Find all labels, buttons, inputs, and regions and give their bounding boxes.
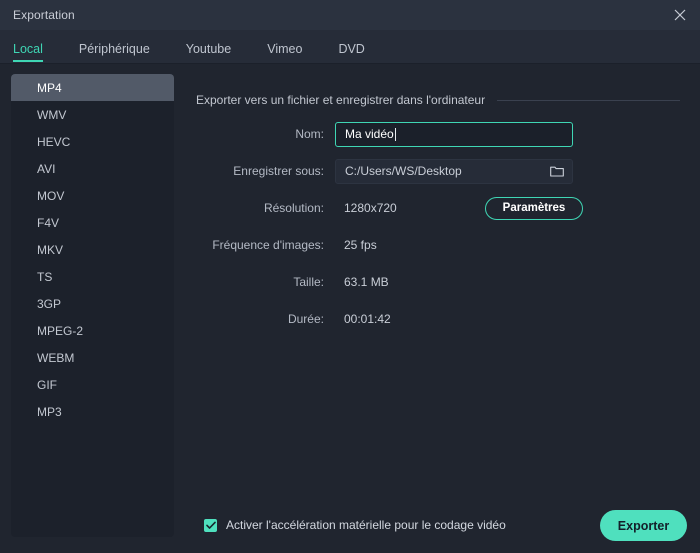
sidebar-item-webm[interactable]: WEBM bbox=[11, 344, 174, 371]
size-row: Taille: 63.1 MB bbox=[196, 269, 688, 295]
format-sidebar: MP4 WMV HEVC AVI MOV F4V MKV TS 3GP MPEG… bbox=[11, 74, 174, 537]
checkmark-icon bbox=[204, 518, 217, 532]
sidebar-item-label: MKV bbox=[37, 242, 64, 257]
sidebar-item-label: MP4 bbox=[37, 80, 62, 95]
hardware-acceleration-checkbox[interactable]: Activer l'accélération matérielle pour l… bbox=[204, 518, 506, 532]
frame-rate-value: 25 fps bbox=[344, 238, 377, 252]
sidebar-item-label: HEVC bbox=[37, 134, 71, 149]
text-caret bbox=[394, 127, 396, 141]
window-title: Exportation bbox=[13, 8, 75, 22]
close-icon bbox=[674, 9, 686, 21]
tab-youtube-label: Youtube bbox=[185, 42, 232, 56]
frame-rate-row: Fréquence d'images: 25 fps bbox=[196, 232, 688, 258]
name-input[interactable]: Ma vidéo bbox=[335, 121, 573, 147]
sidebar-item-label: MPEG-2 bbox=[37, 323, 84, 338]
duration-row: Durée: 00:01:42 bbox=[196, 306, 688, 332]
sidebar-item-label: GIF bbox=[37, 377, 57, 392]
tab-dvd[interactable]: DVD bbox=[338, 42, 364, 64]
section-divider bbox=[497, 99, 680, 101]
name-input-value: Ma vidéo bbox=[345, 127, 394, 141]
tab-vimeo-label: Vimeo bbox=[267, 42, 303, 56]
folder-icon[interactable] bbox=[550, 165, 564, 177]
tab-local-label: Local bbox=[13, 42, 43, 56]
resolution-row: Résolution: 1280x720 Paramètres bbox=[196, 195, 688, 221]
sidebar-item-ts[interactable]: TS bbox=[11, 263, 174, 290]
duration-label: Durée: bbox=[287, 312, 324, 326]
sidebar-item-label: MOV bbox=[37, 188, 65, 203]
tab-youtube[interactable]: Youtube bbox=[186, 42, 231, 64]
section-title: Exporter vers un fichier et enregistrer … bbox=[196, 93, 486, 107]
sidebar-item-mp3[interactable]: MP3 bbox=[11, 398, 174, 425]
hardware-acceleration-label: Activer l'accélération matérielle pour l… bbox=[226, 518, 506, 532]
tabbar-divider bbox=[0, 63, 700, 64]
sidebar-item-3gp[interactable]: 3GP bbox=[11, 290, 174, 317]
sidebar-item-label: 3GP bbox=[37, 296, 62, 311]
tab-bar: Local Périphérique Youtube Vimeo DVD bbox=[0, 30, 700, 64]
sidebar-item-label: MP3 bbox=[37, 404, 62, 419]
tab-dvd-label: DVD bbox=[338, 42, 365, 56]
sidebar-item-mov[interactable]: MOV bbox=[11, 182, 174, 209]
sidebar-item-wmv[interactable]: WMV bbox=[11, 101, 174, 128]
tab-peripherique[interactable]: Périphérique bbox=[79, 42, 150, 64]
save-path-value: C:/Users/WS/Desktop bbox=[345, 164, 462, 178]
sidebar-item-label: TS bbox=[37, 269, 53, 284]
name-row: Nom: Ma vidéo bbox=[196, 121, 688, 147]
tab-local[interactable]: Local bbox=[13, 42, 43, 64]
sidebar-item-label: WEBM bbox=[37, 350, 75, 365]
window-titlebar: Exportation bbox=[0, 0, 700, 30]
footer-bar: Activer l'accélération matérielle pour l… bbox=[0, 497, 700, 553]
sidebar-item-label: F4V bbox=[37, 215, 60, 230]
export-form: Exporter vers un fichier et enregistrer … bbox=[196, 74, 688, 494]
sidebar-item-mp4[interactable]: MP4 bbox=[11, 74, 174, 101]
sidebar-item-hevc[interactable]: HEVC bbox=[11, 128, 174, 155]
export-button[interactable]: Exporter bbox=[600, 510, 687, 541]
resolution-label: Résolution: bbox=[263, 201, 324, 215]
name-label: Nom: bbox=[295, 127, 324, 141]
resolution-value: 1280x720 bbox=[344, 201, 397, 215]
sidebar-item-f4v[interactable]: F4V bbox=[11, 209, 174, 236]
duration-value: 00:01:42 bbox=[344, 312, 391, 326]
sidebar-item-label: WMV bbox=[37, 107, 67, 122]
close-button[interactable] bbox=[660, 0, 700, 30]
section-header: Exporter vers un fichier et enregistrer … bbox=[196, 90, 688, 110]
save-to-row: Enregistrer sous: C:/Users/WS/Desktop bbox=[196, 158, 688, 184]
settings-button[interactable]: Paramètres bbox=[485, 196, 583, 220]
sidebar-item-label: AVI bbox=[37, 161, 56, 176]
sidebar-item-gif[interactable]: GIF bbox=[11, 371, 174, 398]
sidebar-item-mkv[interactable]: MKV bbox=[11, 236, 174, 263]
tab-peripherique-label: Périphérique bbox=[78, 42, 150, 56]
frame-rate-label: Fréquence d'images: bbox=[212, 238, 324, 252]
save-path-field[interactable]: C:/Users/WS/Desktop bbox=[335, 158, 573, 184]
save-to-label: Enregistrer sous: bbox=[233, 164, 324, 178]
tab-vimeo[interactable]: Vimeo bbox=[267, 42, 302, 64]
sidebar-item-avi[interactable]: AVI bbox=[11, 155, 174, 182]
size-label: Taille: bbox=[293, 275, 324, 289]
sidebar-item-mpeg2[interactable]: MPEG-2 bbox=[11, 317, 174, 344]
size-value: 63.1 MB bbox=[344, 275, 389, 289]
